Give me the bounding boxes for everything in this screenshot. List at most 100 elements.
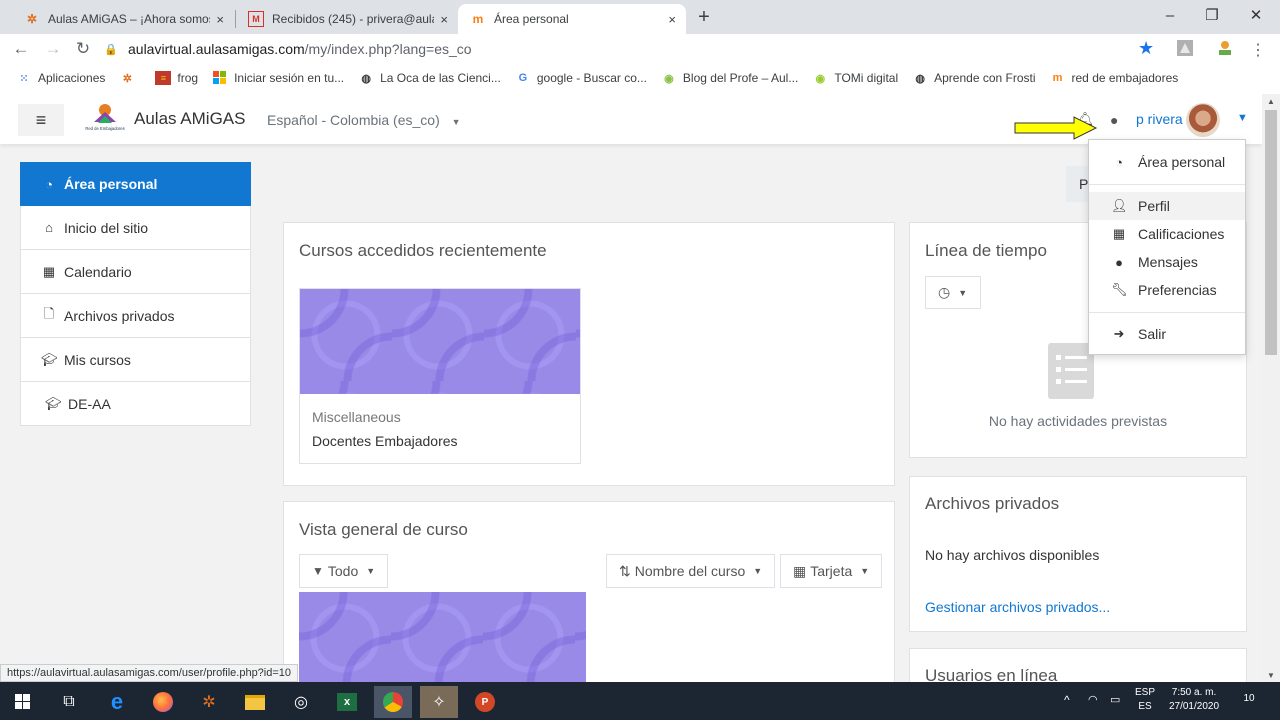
bookmark-star-icon[interactable]: ★: [1138, 38, 1154, 59]
drawer-item-mis-cursos[interactable]: 🎓︎ Mis cursos: [20, 338, 251, 382]
drawer-item-calendario[interactable]: ▦ Calendario: [20, 250, 251, 294]
bookmark-blog-profe[interactable]: ◉ Blog del Profe – Aul...: [661, 71, 798, 85]
bookmark-star[interactable]: ✲: [119, 71, 141, 85]
chrome-icon[interactable]: [374, 686, 412, 718]
firefox-icon[interactable]: [144, 686, 182, 718]
drawer-item-area-personal[interactable]: ◔ Área personal: [20, 162, 251, 206]
table-icon: ▦: [1112, 226, 1126, 241]
new-tab-button[interactable]: +: [694, 4, 714, 30]
messages-icon[interactable]: ●: [1110, 112, 1118, 128]
avatar[interactable]: [1186, 103, 1220, 137]
bookmark-la-oca[interactable]: ◍ La Oca de las Cienci...: [358, 71, 501, 85]
filter-dropdown[interactable]: ▼ Todo ▼: [299, 554, 389, 588]
bookmark-iniciar-sesion[interactable]: Iniciar sesión en tu...: [212, 71, 344, 85]
drawer-item-archivos-privados[interactable]: 🗋 Archivos privados: [20, 294, 251, 338]
page-scrollbar[interactable]: ▲ ▼: [1262, 94, 1280, 682]
edge-icon[interactable]: e: [98, 686, 136, 718]
keyboard-icon[interactable]: ▭: [1110, 693, 1120, 707]
menu-divider: [1089, 184, 1245, 185]
forward-button[interactable]: →: [42, 38, 64, 60]
bookmark-frog[interactable]: ≡ frog: [155, 71, 198, 85]
site-name[interactable]: Aulas AMiGAS: [134, 109, 246, 129]
network-icon[interactable]: ◠: [1088, 693, 1098, 707]
clock[interactable]: 7:50 a. m. 27/01/2020: [1162, 686, 1226, 714]
bookmark-google[interactable]: G google - Buscar co...: [515, 71, 647, 85]
calendar-icon: ▦: [42, 263, 56, 279]
course-image[interactable]: [299, 592, 586, 682]
user-menu-name[interactable]: p rivera: [1136, 111, 1183, 127]
app-circle-icon[interactable]: ◎: [282, 686, 320, 718]
tray-chevron-icon[interactable]: ^: [1064, 693, 1070, 707]
pdf-extension-icon[interactable]: [1176, 39, 1194, 57]
logo-text: Red de Embajadores: [85, 126, 124, 131]
menu-item-perfil[interactable]: 👤︎ Perfil: [1089, 192, 1245, 220]
drawer-item-label: Mis cursos: [64, 351, 131, 368]
menu-item-label: Salir: [1138, 326, 1167, 342]
input-language[interactable]: ESP ES: [1134, 686, 1156, 714]
blog-icon: ◉: [664, 72, 674, 85]
maximize-button[interactable]: ❐: [1190, 0, 1234, 30]
bookmark-label: Aplicaciones: [38, 71, 106, 85]
menu-item-preferencias[interactable]: 🔧︎ Preferencias: [1089, 276, 1245, 304]
aulas-app-icon[interactable]: ✲: [190, 686, 228, 718]
menu-item-calificaciones[interactable]: ▦ Calificaciones: [1089, 220, 1245, 248]
drawer-item-inicio-sitio[interactable]: ⌂ Inicio del sitio: [20, 206, 251, 250]
drawer-item-de-aa[interactable]: 🎓︎ DE-AA: [20, 382, 251, 426]
close-window-button[interactable]: ✕: [1234, 0, 1278, 30]
hamburger-icon: ≡: [35, 109, 47, 130]
block-title: Vista general de curso: [299, 520, 468, 539]
bookmark-frosti[interactable]: ◍ Aprende con Frosti: [912, 71, 1035, 85]
bookmark-label: TOMi digital: [834, 71, 899, 85]
close-tab-icon[interactable]: ×: [216, 12, 224, 27]
close-tab-icon[interactable]: ×: [668, 12, 676, 27]
file-explorer-icon[interactable]: [236, 686, 274, 718]
course-card[interactable]: Miscellaneous Docentes Embajadores: [299, 288, 581, 464]
notifications-icon[interactable]: 10: [1238, 692, 1260, 706]
minimize-button[interactable]: –: [1148, 0, 1192, 30]
view-dropdown[interactable]: ▦ Tarjeta ▼: [780, 554, 883, 588]
menu-item-salir[interactable]: ➜ Salir: [1089, 320, 1245, 348]
site-logo[interactable]: Red de Embajadores: [80, 102, 130, 136]
menu-item-mensajes[interactable]: ● Mensajes: [1089, 248, 1245, 276]
address-bar: ← → ↻ 🔒 aulavirtual.aulasamigas.com/my/i…: [0, 34, 1280, 64]
drawer-toggle-button[interactable]: ≡: [18, 104, 64, 136]
course-name[interactable]: Docentes Embajadores: [312, 433, 458, 449]
back-button[interactable]: ←: [10, 38, 32, 60]
manage-private-files-link[interactable]: Gestionar archivos privados...: [925, 599, 1110, 615]
grid-icon: ▦: [793, 562, 807, 579]
scroll-down-icon[interactable]: ▼: [1262, 668, 1280, 682]
excel-icon[interactable]: x: [328, 686, 366, 718]
scroll-up-icon[interactable]: ▲: [1262, 94, 1280, 108]
windows-start-icon[interactable]: [4, 686, 42, 718]
file-icon: 🗋: [43, 305, 55, 321]
bookmark-tomi-digital[interactable]: ◉ TOMi digital: [812, 71, 899, 85]
sort-dropdown[interactable]: ⇅ Nombre del curso ▼: [606, 554, 776, 588]
close-tab-icon[interactable]: ×: [440, 12, 448, 27]
clock-icon: ◷: [938, 284, 951, 300]
powerpoint-icon[interactable]: P: [466, 686, 504, 718]
extension-icon[interactable]: [1216, 39, 1234, 57]
scroll-thumb[interactable]: [1265, 110, 1277, 355]
bookmarks-bar: ⁙ Aplicaciones ✲ ≡ frog Iniciar sesión e…: [0, 66, 1280, 90]
browser-tab-aulas-amigas[interactable]: ✲ Aulas AMiGAS – ¡Ahora somos 4 ×: [12, 4, 234, 34]
browser-menu-icon[interactable]: ⋮: [1250, 40, 1268, 59]
apps-grid-icon: ⁙: [19, 72, 29, 85]
browser-tab-gmail[interactable]: M Recibidos (245) - privera@aulasa ×: [236, 4, 458, 34]
reload-button[interactable]: ↻: [72, 38, 94, 60]
block-title: Usuarios en línea: [925, 666, 1058, 682]
course-image[interactable]: [300, 289, 580, 394]
url-field[interactable]: 🔒 aulavirtual.aulasamigas.com/my/index.p…: [104, 37, 1164, 61]
user-dropdown-menu: ◔ Área personal 👤︎ Perfil ▦ Calificacion…: [1088, 139, 1246, 355]
user-menu-caret-icon[interactable]: ▼: [1237, 112, 1248, 124]
timeline-filter-dropdown[interactable]: ◷ ▼: [925, 276, 981, 309]
bookmark-red-embajadores[interactable]: m red de embajadores: [1050, 71, 1179, 85]
dashboard-icon: ◔: [45, 176, 53, 192]
bookmark-aplicaciones[interactable]: ⁙ Aplicaciones: [16, 71, 105, 85]
app-running-icon[interactable]: ✧: [420, 686, 458, 718]
menu-item-area-personal[interactable]: ◔ Área personal: [1089, 148, 1245, 176]
recent-courses-block: Cursos accedidos recientemente Miscellan…: [283, 222, 895, 486]
language-menu[interactable]: Español - Colombia (es_co) ▼: [267, 112, 461, 128]
task-view-icon[interactable]: ⧉: [50, 686, 88, 718]
menu-divider: [1089, 312, 1245, 313]
browser-tab-area-personal[interactable]: m Área personal ×: [458, 4, 686, 34]
